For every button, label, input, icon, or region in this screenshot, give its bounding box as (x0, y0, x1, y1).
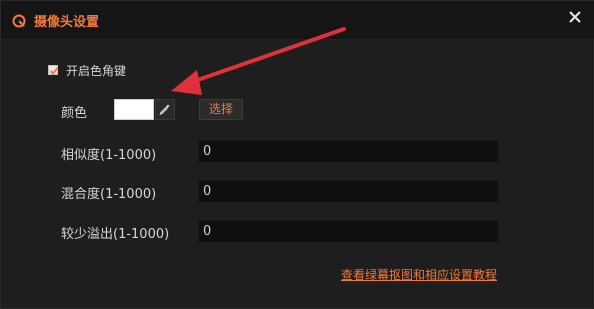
blend-label: 混合度(1-1000) (61, 187, 157, 202)
eyedropper-icon (159, 100, 171, 119)
eyedropper-button[interactable] (155, 99, 175, 120)
enable-chroma-key-checkbox[interactable] (48, 65, 59, 75)
dialog-title: 摄像头设置 (34, 15, 100, 30)
enable-chroma-key-row[interactable]: 开启色角键 (48, 62, 126, 78)
camera-settings-dialog: 摄像头设置 开启色角键 颜色 选择 相似度(1-1000) 混合度(1-1000… (0, 0, 594, 309)
spill-reduction-label: 较少溢出(1-1000) (61, 227, 170, 242)
select-color-button[interactable]: 选择 (199, 99, 243, 120)
close-icon[interactable] (567, 9, 583, 25)
enable-chroma-key-label: 开启色角键 (66, 63, 127, 78)
green-screen-tutorial-link[interactable]: 查看绿幕抠图和相应设置教程 (341, 266, 497, 283)
similarity-input[interactable] (198, 140, 499, 163)
app-logo-icon (12, 13, 26, 28)
color-swatch[interactable] (114, 99, 154, 120)
blend-input[interactable] (198, 180, 499, 203)
spill-reduction-input[interactable] (198, 220, 499, 243)
similarity-label: 相似度(1-1000) (61, 148, 157, 163)
title-bar: 摄像头设置 (1, 1, 594, 40)
color-label: 颜色 (61, 106, 88, 121)
